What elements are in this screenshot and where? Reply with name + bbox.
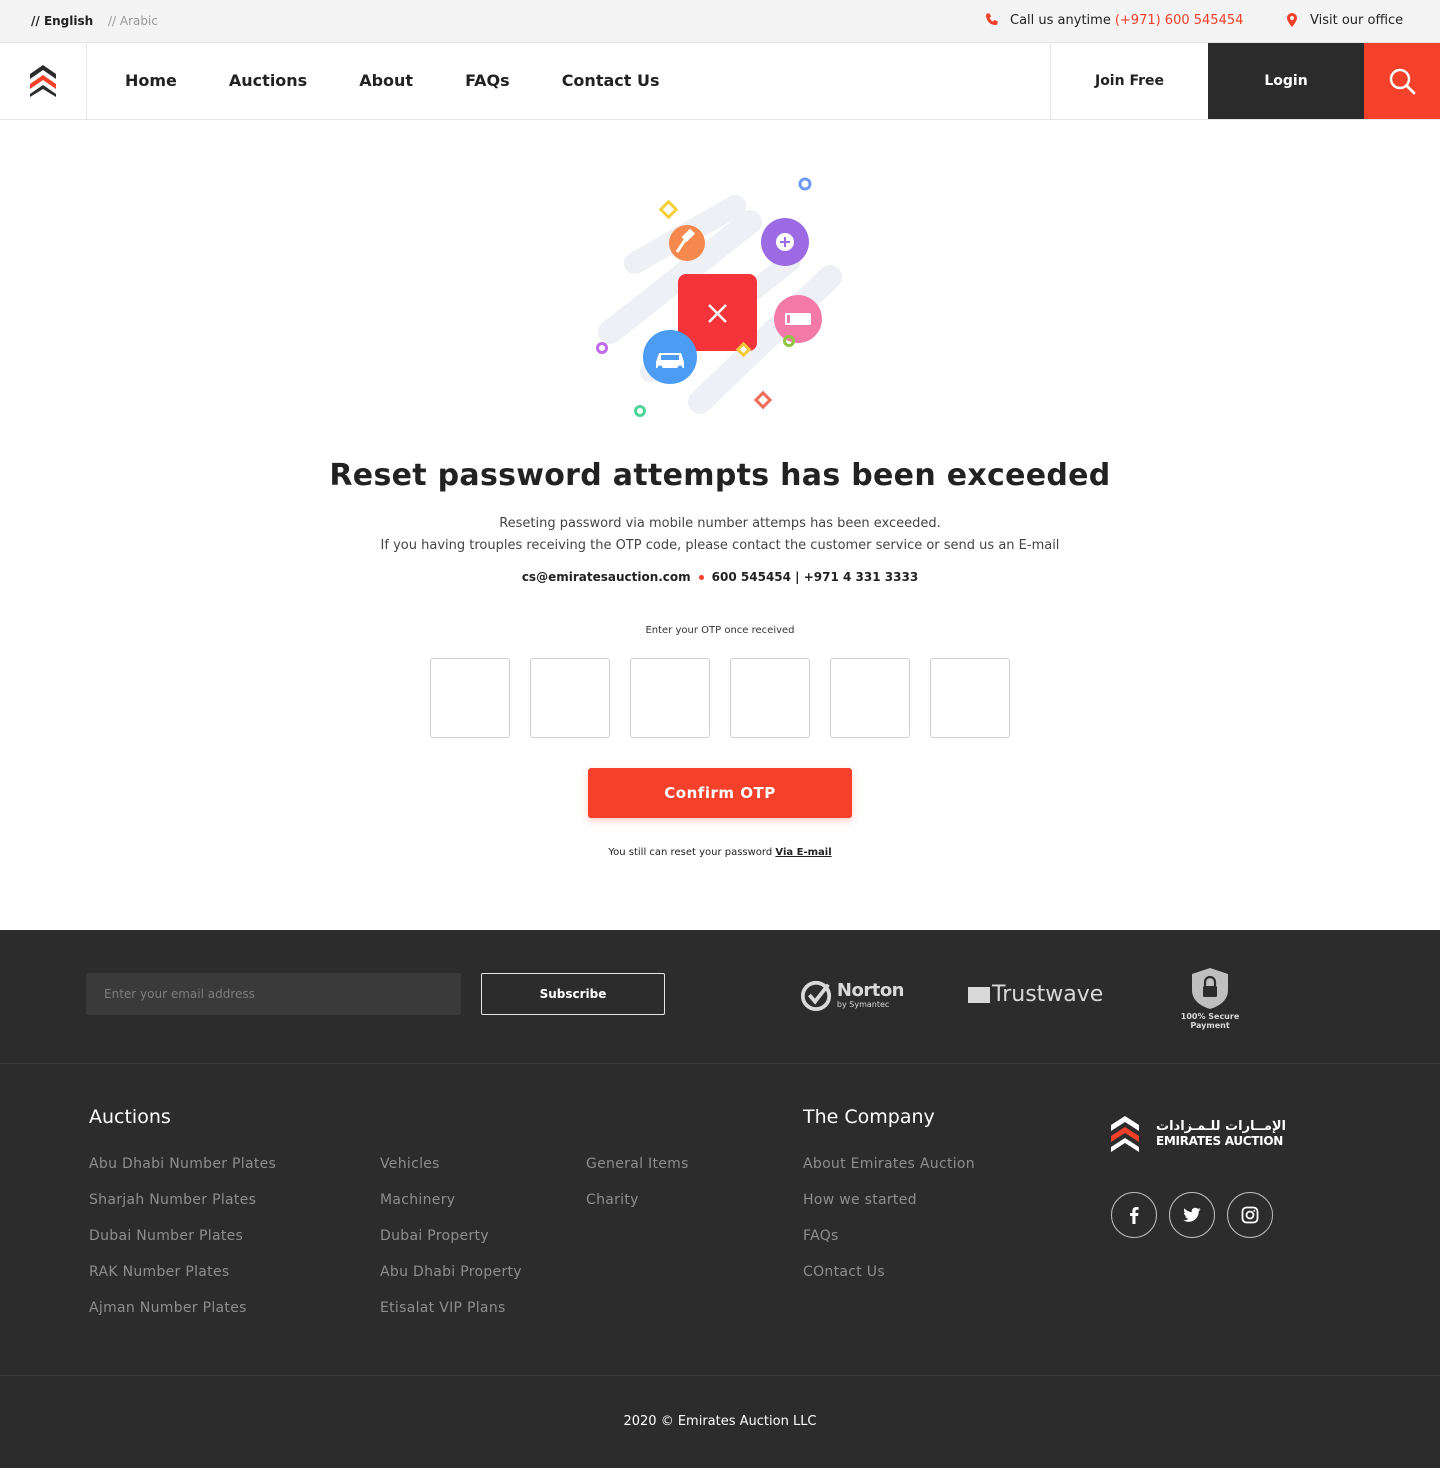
visit-office[interactable]: Visit our office — [1284, 12, 1403, 28]
auctions-list-3: General Items Charity — [586, 1156, 689, 1228]
description: Reseting password via mobile number atte… — [0, 513, 1440, 557]
footer-link[interactable]: Sharjah Number Plates — [89, 1192, 276, 1228]
logo-chevron-icon — [30, 65, 56, 97]
footer-link[interactable]: RAK Number Plates — [89, 1264, 276, 1300]
description-line-2: If you having trouples receiving the OTP… — [380, 538, 1060, 553]
language-english[interactable]: // English — [31, 14, 93, 28]
secure-payment-badge: 100% Secure Payment — [1160, 966, 1260, 1030]
phone-icon — [986, 13, 998, 25]
car-icon — [643, 330, 697, 384]
otp-digit-2[interactable] — [530, 658, 610, 738]
contact-info: cs@emiratesauction.com 600 545454 | +971 … — [0, 570, 1440, 584]
footer-link[interactable]: FAQs — [803, 1228, 975, 1264]
otp-digit-4[interactable] — [730, 658, 810, 738]
footer-link[interactable]: Abu Dhabi Number Plates — [89, 1156, 276, 1192]
brand-english: EMIRATES AUCTION — [1156, 1134, 1283, 1148]
secure-payment-text: 100% Secure Payment — [1180, 1012, 1240, 1030]
call-number[interactable]: (+971) 600 545454 — [1115, 13, 1244, 28]
top-bar: // English // Arabic Call us anytime (+9… — [0, 0, 1440, 43]
number-plate-icon — [774, 295, 822, 343]
nav-faqs[interactable]: FAQs — [465, 71, 510, 90]
footer-link[interactable]: Dubai Number Plates — [89, 1228, 276, 1264]
otp-inputs — [430, 658, 1010, 738]
brand-arabic: الإمــارات للـمـزادات — [1156, 1119, 1287, 1134]
via-email-link[interactable]: Via E-mail — [775, 847, 831, 858]
instagram-icon — [1241, 1206, 1259, 1224]
description-line-1: Reseting password via mobile number atte… — [499, 516, 941, 531]
logo[interactable] — [0, 43, 87, 119]
facebook-link[interactable] — [1111, 1192, 1157, 1238]
social-links — [1111, 1192, 1285, 1238]
separator-dot — [698, 575, 704, 580]
search-icon — [1389, 68, 1416, 95]
error-illustration — [596, 177, 842, 417]
footer-link[interactable]: Dubai Property — [380, 1228, 522, 1264]
lock-icon — [1192, 968, 1228, 1009]
footer-link[interactable]: Charity — [586, 1192, 689, 1228]
trustwave-icon — [968, 986, 990, 1003]
newsletter-email-input[interactable] — [86, 973, 461, 1015]
otp-digit-1[interactable] — [430, 658, 510, 738]
company-list: About Emirates Auction How we started FA… — [803, 1156, 975, 1300]
norton-text: Norton — [836, 979, 905, 1001]
auctions-list-2: Vehicles Machinery Dubai Property Abu Dh… — [380, 1156, 522, 1336]
main-nav: Home Auctions About FAQs Contact Us Join… — [0, 43, 1440, 120]
nav-links: Home Auctions About FAQs Contact Us — [125, 71, 711, 90]
gavel-icon — [669, 225, 705, 261]
copyright: 2020 © Emirates Auction LLC — [623, 1414, 817, 1429]
footer-link[interactable]: About Emirates Auction — [803, 1156, 975, 1192]
footer-brand-logo[interactable]: الإمــارات للـمـزادات EMIRATES AUCTION — [1110, 1114, 1286, 1154]
footer-link[interactable]: How we started — [803, 1192, 975, 1228]
footer-link[interactable]: General Items — [586, 1156, 689, 1192]
footer-link[interactable]: Ajman Number Plates — [89, 1300, 276, 1336]
search-button[interactable] — [1364, 43, 1440, 119]
language-arabic[interactable]: // Arabic — [108, 14, 158, 28]
footer-link[interactable]: Etisalat VIP Plans — [380, 1300, 522, 1336]
call-label: Call us anytime — [1010, 12, 1111, 28]
auctions-title: Auctions — [89, 1106, 171, 1128]
trustwave-text: Trustwave — [992, 982, 1104, 1007]
twitter-icon — [1183, 1207, 1201, 1222]
instagram-link[interactable] — [1227, 1192, 1273, 1238]
reset-via-text: You still can reset your password — [608, 847, 773, 858]
norton-subtext: by Symantec — [836, 999, 890, 1009]
nav-home[interactable]: Home — [125, 71, 177, 90]
office-label: Visit our office — [1310, 12, 1404, 28]
footer-link[interactable]: Vehicles — [380, 1156, 522, 1192]
footer-link[interactable]: Abu Dhabi Property — [380, 1264, 522, 1300]
footer-divider — [0, 1063, 1440, 1064]
otp-digit-6[interactable] — [930, 658, 1010, 738]
nav-about[interactable]: About — [359, 71, 413, 90]
confirm-otp-button[interactable]: Confirm OTP — [588, 768, 852, 818]
footer-divider-bottom — [0, 1375, 1440, 1376]
footer: Subscribe Norton by Symantec Trustwave 1… — [0, 930, 1440, 1468]
nav-contact-us[interactable]: Contact Us — [562, 71, 660, 90]
subscribe-button[interactable]: Subscribe — [481, 973, 665, 1015]
support-email[interactable]: cs@emiratesauction.com — [522, 570, 691, 584]
trustwave-badge: Trustwave — [968, 982, 1103, 1007]
auctions-list-1: Abu Dhabi Number Plates Sharjah Number P… — [89, 1156, 276, 1336]
facebook-icon — [1130, 1207, 1139, 1224]
otp-digit-3[interactable] — [630, 658, 710, 738]
call-us[interactable]: Call us anytime (+971) 600 545454 — [984, 12, 1243, 28]
norton-badge: Norton by Symantec — [800, 974, 905, 1016]
plus-icon — [761, 218, 809, 266]
otp-digit-5[interactable] — [830, 658, 910, 738]
norton-check-icon — [800, 980, 832, 1012]
join-free-button[interactable]: Join Free — [1050, 43, 1208, 119]
page-title: Reset password attempts has been exceede… — [329, 458, 1111, 493]
location-pin-icon — [1287, 13, 1297, 27]
otp-label: Enter your OTP once received — [645, 625, 795, 636]
twitter-link[interactable] — [1169, 1192, 1215, 1238]
footer-link[interactable]: COntact Us — [803, 1264, 975, 1300]
logo-chevron-icon — [1111, 1116, 1139, 1152]
footer-link[interactable]: Machinery — [380, 1192, 522, 1228]
support-phones[interactable]: 600 545454 | +971 4 331 3333 — [712, 570, 919, 584]
reset-via-email: You still can reset your password Via E-… — [0, 847, 1440, 858]
company-title: The Company — [803, 1106, 935, 1128]
login-button[interactable]: Login — [1208, 43, 1364, 119]
nav-auctions[interactable]: Auctions — [229, 71, 307, 90]
